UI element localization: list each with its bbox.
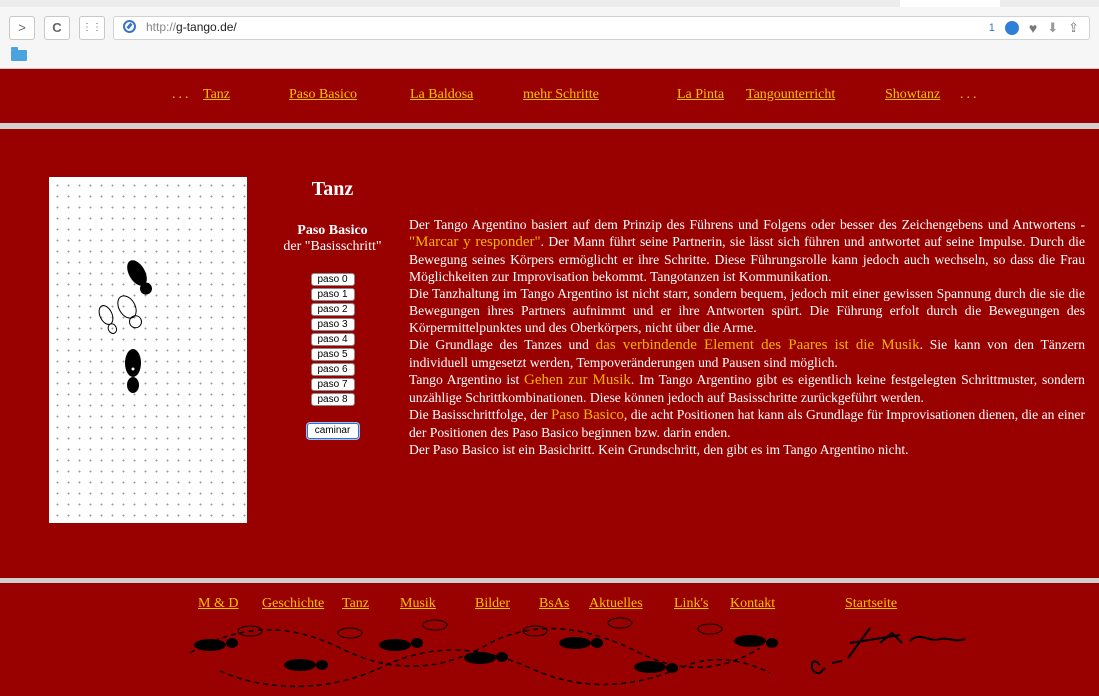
step-controls: Tanz Paso Basico der "Basisschritt" paso… xyxy=(270,178,395,439)
paso-4-button[interactable]: paso 4 xyxy=(310,333,355,346)
article-text: Der Tango Argentino basiert auf dem Prin… xyxy=(409,216,1085,458)
paragraph-4: Tango Argentino ist Gehen zur Musik. Im … xyxy=(409,371,1085,406)
foot-black-upper-icon xyxy=(127,260,152,295)
highlight-text: "Marcar y responder" xyxy=(409,234,541,250)
footer-link-geschichte[interactable]: Geschichte xyxy=(262,596,324,612)
caminar-button[interactable]: caminar xyxy=(306,423,359,439)
toolbar-icons: 1 ♥ ⬇ ⇪ xyxy=(989,19,1079,37)
footer-link-links[interactable]: Link's xyxy=(674,596,708,612)
paso-5-button[interactable]: paso 5 xyxy=(310,348,355,361)
grid-icon: ⋮⋮ xyxy=(82,22,102,33)
nav-link-showtanz[interactable]: Showtanz xyxy=(885,87,940,103)
footer-link-startseite[interactable]: Startseite xyxy=(845,596,897,612)
paragraph-text: Die Grundlage des Tanzes und xyxy=(409,337,596,352)
footer: M & D Geschichte Tanz Musik Bilder BsAs … xyxy=(0,578,1099,696)
paragraph-text: Der Paso Basico ist ein Basichritt. Kein… xyxy=(409,442,909,457)
footer-link-bsas[interactable]: BsAs xyxy=(539,596,569,612)
highlight-text: Gehen zur Musik xyxy=(524,372,631,388)
share-icon[interactable]: ⇪ xyxy=(1068,20,1079,36)
forward-button[interactable]: > xyxy=(9,16,35,40)
paso-6-button[interactable]: paso 6 xyxy=(310,363,355,376)
nav-link-paso-basico[interactable]: Paso Basico xyxy=(289,87,357,103)
shield-icon[interactable] xyxy=(1004,21,1019,35)
footprints-illustration xyxy=(98,260,152,393)
footer-link-tanz[interactable]: Tanz xyxy=(342,596,369,612)
paso-3-button[interactable]: paso 3 xyxy=(310,318,355,331)
nav-lead-dots: ... xyxy=(172,87,192,102)
footer-link-md[interactable]: M & D xyxy=(198,596,238,612)
g-tango-logo xyxy=(810,627,966,675)
extension-count: 1 xyxy=(988,22,995,34)
highlight-text: Paso Basico xyxy=(550,407,624,423)
paragraph-text: Die Tanzhaltung im Tango Argentino ist n… xyxy=(409,286,1085,335)
paso-button-group: paso 0 paso 1 paso 2 paso 3 paso 4 paso … xyxy=(270,273,395,406)
footer-link-musik[interactable]: Musik xyxy=(400,596,436,612)
paragraph-2: Die Tanzhaltung im Tango Argentino ist n… xyxy=(409,285,1085,336)
step-diagram xyxy=(49,177,247,523)
foot-outline-right-icon xyxy=(117,295,142,329)
apps-button[interactable]: ⋮⋮ xyxy=(79,16,105,40)
paragraph-5: Die Basisschrittfolge, der Paso Basico, … xyxy=(409,406,1085,441)
main-content: Tanz Paso Basico der "Basisschritt" paso… xyxy=(0,129,1099,578)
top-navigation: ... Tanz Paso Basico La Baldosa mehr Sch… xyxy=(0,69,1099,129)
paragraph-1: Der Tango Argentino basiert auf dem Prin… xyxy=(409,216,1085,285)
foot-outline-left-icon xyxy=(98,305,118,334)
paragraph-3: Die Grundlage des Tanzes und das verbind… xyxy=(409,336,1085,371)
paso-7-button[interactable]: paso 7 xyxy=(310,378,355,391)
paso-2-button[interactable]: paso 2 xyxy=(310,303,355,316)
paragraph-6: Der Paso Basico ist ein Basichritt. Kein… xyxy=(409,441,1085,458)
paso-1-button[interactable]: paso 1 xyxy=(310,288,355,301)
footer-link-aktuelles[interactable]: Aktuelles xyxy=(589,596,643,612)
browser-toolbar: > C ⋮⋮ http://g-tango.de/ 1 ♥ ⬇ ⇪ xyxy=(0,0,1099,69)
tab-strip xyxy=(0,0,1099,7)
nav-link-la-pinta[interactable]: La Pinta xyxy=(677,87,724,103)
footer-footprints-logo xyxy=(189,617,966,688)
download-icon[interactable]: ⬇ xyxy=(1047,20,1058,36)
foot-black-lower-icon xyxy=(125,349,141,393)
footer-link-bilder[interactable]: Bilder xyxy=(475,596,510,612)
url-host: g-tango.de/ xyxy=(176,20,237,34)
nav-link-tanz[interactable]: Tanz xyxy=(203,87,230,103)
section-subtitle: Paso Basico xyxy=(297,223,368,238)
reload-button[interactable]: C xyxy=(44,16,70,40)
compass-icon xyxy=(123,20,136,33)
section-subtitle-note: der "Basisschritt" xyxy=(283,239,382,254)
active-tab[interactable] xyxy=(900,0,1000,7)
highlight-text: das verbindende Element des Paares ist d… xyxy=(595,337,920,353)
forward-icon: > xyxy=(18,20,26,35)
paragraph-text: Der Tango Argentino basiert auf dem Prin… xyxy=(409,217,1085,232)
nav-link-la-baldosa[interactable]: La Baldosa xyxy=(410,87,473,103)
heart-icon[interactable]: ♥ xyxy=(1029,20,1037,36)
bookmark-folder-icon[interactable] xyxy=(11,47,27,61)
nav-trail-dots: ... xyxy=(960,87,980,102)
paragraph-text: Tango Argentino ist xyxy=(409,372,525,387)
reload-icon: C xyxy=(52,20,62,35)
nav-link-mehr-schritte[interactable]: mehr Schritte xyxy=(523,87,599,103)
nav-link-tangounterricht[interactable]: Tangounterricht xyxy=(746,87,835,103)
address-bar[interactable]: http://g-tango.de/ 1 ♥ ⬇ ⇪ xyxy=(113,16,1090,40)
paragraph-text: Die Basisschrittfolge, der xyxy=(409,407,551,422)
url-scheme: http:// xyxy=(146,20,177,34)
page-title: Tanz xyxy=(311,178,354,200)
paso-0-button[interactable]: paso 0 xyxy=(310,273,355,286)
url-text[interactable]: http://g-tango.de/ xyxy=(146,20,237,34)
footer-link-kontakt[interactable]: Kontakt xyxy=(730,596,775,612)
footer-outline-feet-icon xyxy=(237,617,723,639)
paso-8-button[interactable]: paso 8 xyxy=(310,393,355,406)
